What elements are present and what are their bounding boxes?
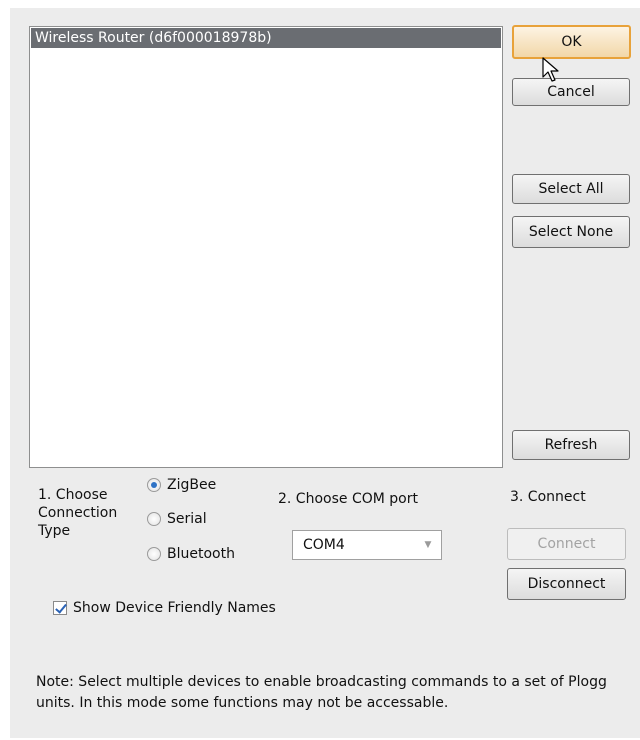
radio-selected-icon	[147, 478, 161, 492]
radio-zigbee[interactable]: ZigBee	[147, 477, 216, 493]
disconnect-button[interactable]: Disconnect	[507, 568, 626, 600]
com-port-value: COM4	[303, 537, 345, 553]
com-port-select[interactable]: COM4 ▼	[292, 530, 442, 560]
mouse-pointer-icon	[542, 57, 559, 82]
radio-unselected-icon	[147, 547, 161, 561]
connect-button[interactable]: Connect	[507, 528, 626, 560]
refresh-button[interactable]: Refresh	[512, 430, 630, 460]
connection-type-label: 1. Choose Connection Type	[38, 487, 118, 539]
radio-unselected-icon	[147, 512, 161, 526]
device-selection-dialog: Wireless Router (d6f000018978b) OK Cance…	[10, 8, 640, 738]
radio-bluetooth[interactable]: Bluetooth	[147, 546, 235, 562]
chevron-down-icon[interactable]: ▼	[415, 531, 441, 559]
ok-button[interactable]: OK	[512, 25, 631, 59]
device-listbox[interactable]: Wireless Router (d6f000018978b)	[29, 26, 503, 468]
cancel-button[interactable]: Cancel	[512, 78, 630, 106]
com-port-label: 2. Choose COM port	[278, 491, 418, 507]
note-text: Note: Select multiple devices to enable …	[36, 674, 607, 711]
select-none-button[interactable]: Select None	[512, 216, 630, 248]
select-all-button[interactable]: Select All	[512, 174, 630, 204]
radio-serial[interactable]: Serial	[147, 511, 207, 527]
list-item-device[interactable]: Wireless Router (d6f000018978b)	[31, 28, 501, 48]
connect-label: 3. Connect	[510, 489, 586, 505]
friendly-names-checkbox[interactable]: Show Device Friendly Names	[53, 600, 276, 616]
checkbox-checked-icon	[53, 601, 67, 615]
